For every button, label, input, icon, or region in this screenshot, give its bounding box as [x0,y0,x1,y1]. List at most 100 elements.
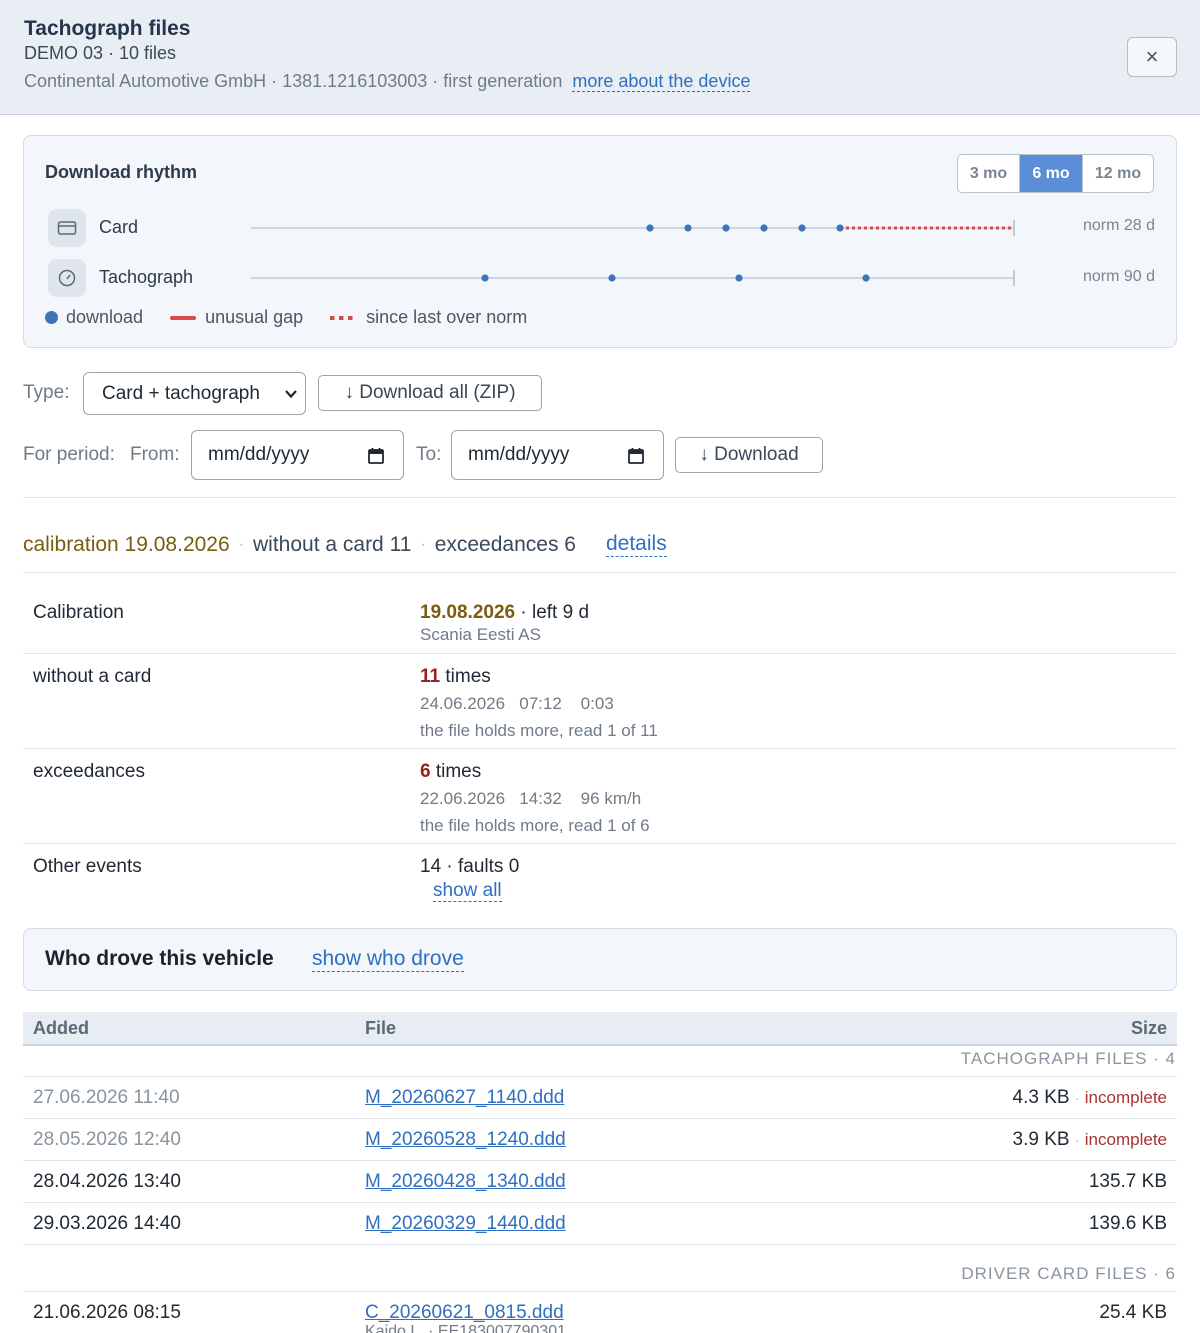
from-label: From: [130,444,180,465]
tachograph-row-label: Tachograph [99,267,194,287]
who-drove-title: Who drove this vehicle [45,947,274,970]
exceedances-count: 6 [420,761,431,782]
type-select-value: Card + tachograph [102,382,260,404]
calibration-company: Scania Eesti AS [420,625,541,644]
without-card-entry: 24.06.2026 07:12 0:03 [420,694,614,713]
type-select[interactable]: Card + tachograph [83,372,306,415]
device-info: Continental Automotive GmbH · 1381.12161… [24,71,751,92]
download-period-button[interactable]: ↓ Download [675,437,823,473]
dialog-title: Tachograph files [24,17,191,40]
to-label: To: [416,444,442,465]
file-link[interactable]: M_20260627_1140.ddd [365,1087,564,1109]
calibration-left: · left 9 d [515,602,590,623]
tachograph-download-point [608,274,616,282]
legend-over: since last over norm [366,307,528,327]
dialog-header: Tachograph files DEMO 03 · 10 files Cont… [0,0,1200,115]
detail-value: 6 times 22.06.2026 14:32 96 km/h the fil… [420,761,650,837]
file-link[interactable]: M_20260528_1240.ddd [365,1129,566,1151]
file-size: 139.6 KB [1088,1213,1167,1234]
summary-exceedances: exceedances 6 [434,532,576,556]
file-added: 28.05.2026 12:40 [33,1129,181,1150]
table-row: 27.06.2026 11:40 M_20260627_1140.ddd 4.3… [23,1077,1177,1119]
file-link[interactable]: M_20260329_1440.ddd [365,1213,566,1235]
file-size: 3.9 KB · incomplete [1012,1129,1168,1150]
detail-key: Calibration [33,602,124,623]
detail-row-calibration: Calibration 19.08.2026 · left 9 d Scania… [23,590,1177,654]
detail-value: 11 times 24.06.2026 07:12 0:03 the file … [420,666,658,742]
card-owner: Kaido L. · EE183007790301 [365,1323,567,1333]
incomplete-badge: incomplete [1084,1130,1167,1149]
detail-key: exceedances [33,761,145,782]
driver-card-files-group: DRIVER CARD FILES · 6 [961,1264,1176,1283]
detail-row-other-events: Other events 14 · faults 0 show all [23,844,1177,910]
range-3mo-button[interactable]: 3 mo [958,155,1020,192]
without-card-count: 11 [420,666,441,687]
card-download-point [722,224,730,232]
calibration-date: 19.08.2026 [420,602,516,623]
table-row: 29.03.2026 14:40 M_20260329_1440.ddd 139… [23,1203,1177,1245]
divider [23,497,1177,498]
type-label: Type: [23,382,70,403]
tachograph-norm: norm 90 d [1082,268,1155,285]
show-all-events-link[interactable]: show all [433,880,502,902]
from-date-input[interactable]: mm/dd/yyyy [191,430,404,480]
vehicle-subtitle: DEMO 03 · 10 files [24,43,177,63]
detail-row-exceedances: exceedances 6 times 22.06.2026 14:32 96 … [23,749,1177,844]
detail-row-without-card: without a card 11 times 24.06.2026 07:12… [23,654,1177,749]
chevron-down-icon [285,390,297,399]
download-rhythm-panel: Download rhythm 3 mo 6 mo 12 mo Card nor… [23,135,1177,348]
card-download-point [836,224,844,232]
file-added: 27.06.2026 11:40 [33,1087,180,1108]
incomplete-badge: incomplete [1084,1088,1167,1107]
column-size: Size [1130,1018,1167,1038]
more-about-device-link[interactable]: more about the device [572,71,751,92]
summary-calibration: calibration 19.08.2026 [23,532,230,556]
legend-over-marker [330,315,357,320]
range-selector: 3 mo 6 mo 12 mo [957,154,1154,193]
events-summary: calibration 19.08.2026 · without a card … [23,532,667,557]
card-norm: norm 28 d [1082,217,1155,234]
tachograph-download-point [735,274,743,282]
rhythm-timeline [251,220,1015,286]
card-icon [48,209,86,247]
table-row: 28.05.2026 12:40 M_20260528_1240.ddd 3.9… [23,1119,1177,1161]
without-card-note: the file holds more, read 1 of 11 [420,721,658,740]
file-link[interactable]: C_20260621_0815.ddd [365,1302,564,1324]
exceedances-entry: 22.06.2026 14:32 96 km/h [420,789,642,808]
from-date-placeholder: mm/dd/yyyy [208,444,310,465]
close-button[interactable]: × [1127,37,1177,77]
legend-download-marker [45,311,58,324]
other-events-value: 14 · faults 0 [420,856,520,877]
details-link[interactable]: details [605,532,667,557]
calendar-icon[interactable] [627,447,645,465]
show-who-drove-link[interactable]: show who drove [312,947,464,972]
calendar-icon[interactable] [367,447,385,465]
files-table-header: Added File Size [23,1012,1177,1046]
to-date-placeholder: mm/dd/yyyy [468,444,570,465]
file-added: 28.04.2026 13:40 [33,1171,181,1192]
file-size: 25.4 KB [1099,1302,1167,1323]
card-download-point [684,224,692,232]
card-download-point [760,224,768,232]
exceedances-note: the file holds more, read 1 of 6 [420,816,650,835]
divider [23,572,1177,573]
tachograph-download-point [862,274,870,282]
exceedances-times: times [430,761,482,782]
rhythm-title: Download rhythm [45,162,197,182]
legend-gap-marker [170,315,197,320]
detail-key: Other events [33,856,142,877]
rhythm-legend: download unusual gap since last over nor… [45,307,527,328]
column-file: File [365,1018,397,1038]
file-size: 4.3 KB · incomplete [1012,1087,1168,1108]
to-date-input[interactable]: mm/dd/yyyy [451,430,664,480]
summary-without-card: without a card 11 [253,532,412,556]
range-6mo-button[interactable]: 6 mo [1020,155,1082,192]
legend-gap: unusual gap [205,307,304,327]
legend-download: download [66,307,144,327]
detail-value: 14 · faults 0 show all [420,856,519,904]
card-download-point [646,224,654,232]
download-all-zip-button[interactable]: ↓ Download all (ZIP) [318,375,542,411]
range-12mo-button[interactable]: 12 mo [1082,155,1153,192]
file-link[interactable]: M_20260428_1340.ddd [365,1171,566,1193]
file-added: 29.03.2026 14:40 [33,1213,181,1234]
